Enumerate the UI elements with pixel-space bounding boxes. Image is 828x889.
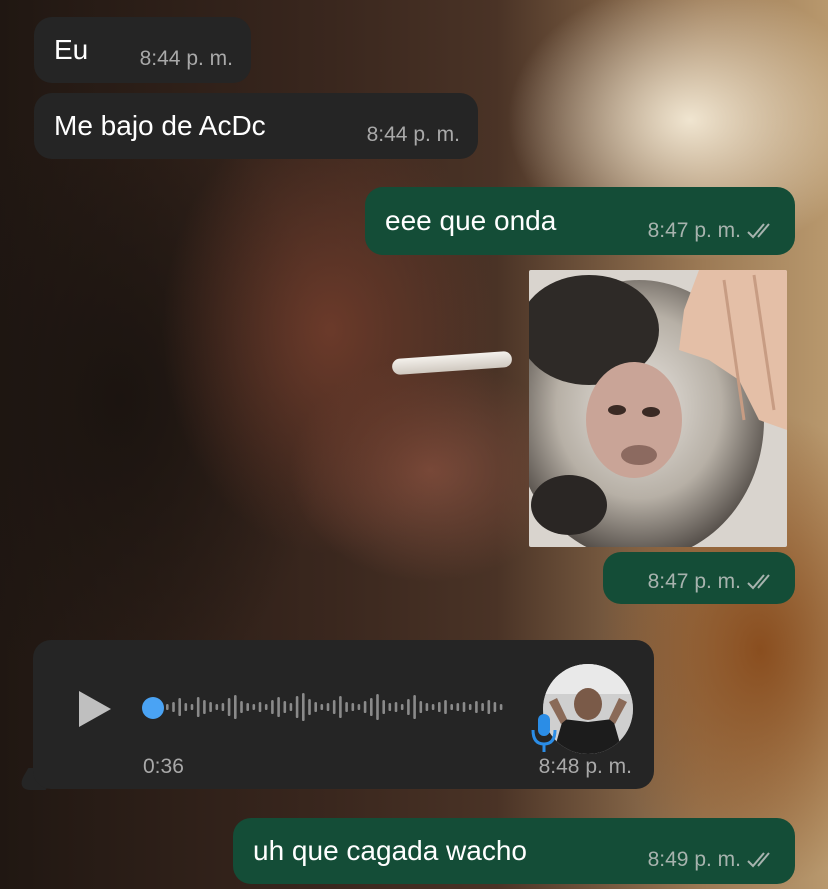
waveform-bar bbox=[394, 702, 398, 712]
waveform-bar bbox=[221, 703, 225, 711]
message-text: uh que cagada wacho bbox=[253, 835, 527, 866]
waveform-bar bbox=[326, 703, 330, 711]
waveform-bar bbox=[499, 704, 503, 710]
waveform-bar bbox=[388, 703, 392, 711]
waveform-bar bbox=[302, 693, 305, 721]
waveform-bar bbox=[320, 704, 324, 710]
double-check-icon bbox=[747, 574, 770, 590]
waveform-bar bbox=[332, 700, 336, 714]
waveform-bar bbox=[400, 704, 404, 710]
message-text: Me bajo de AcDc bbox=[54, 110, 266, 141]
waveform-bar bbox=[407, 699, 410, 715]
waveform-bar bbox=[172, 702, 175, 712]
waveform-bar bbox=[277, 697, 280, 717]
waveform-bar bbox=[438, 702, 441, 712]
waveform-bar bbox=[481, 703, 484, 711]
waveform-bar bbox=[351, 703, 355, 711]
waveform-bar bbox=[370, 698, 373, 716]
waveform-bar bbox=[493, 702, 497, 712]
waveform-bar bbox=[357, 704, 361, 710]
waveform-bar bbox=[345, 702, 348, 712]
waveform-bar bbox=[240, 701, 243, 713]
waveform-bar bbox=[264, 704, 268, 710]
message-outgoing[interactable]: eee que onda 8:47 p. m. bbox=[365, 187, 795, 255]
waveform-bar bbox=[308, 699, 311, 715]
waveform-bar bbox=[363, 701, 367, 713]
waveform-bar bbox=[166, 704, 169, 710]
waveform-bar bbox=[339, 696, 342, 718]
waveform-bar bbox=[209, 702, 212, 712]
message-incoming[interactable]: Me bajo de AcDc 8:44 p. m. bbox=[34, 93, 478, 159]
waveform[interactable] bbox=[166, 682, 506, 732]
waveform-bar bbox=[258, 702, 262, 712]
message-text: eee que onda bbox=[385, 205, 557, 236]
waveform-bar bbox=[487, 700, 491, 714]
waveform-bar bbox=[475, 701, 478, 713]
waveform-bar bbox=[234, 695, 237, 719]
monkey-photo bbox=[529, 270, 787, 547]
waveform-bar bbox=[203, 700, 206, 714]
waveform-bar bbox=[246, 703, 249, 711]
voice-duration: 0:36 bbox=[143, 755, 184, 778]
image-message[interactable] bbox=[529, 270, 787, 547]
message-time: 8:44 p. m. bbox=[366, 123, 460, 146]
waveform-bar bbox=[271, 700, 274, 714]
waveform-bar bbox=[382, 700, 385, 714]
waveform-bar bbox=[376, 694, 379, 720]
message-outgoing[interactable]: uh que cagada wacho 8:49 p. m. bbox=[233, 818, 795, 884]
waveform-bar bbox=[413, 695, 416, 719]
message-time: 8:44 p. m. bbox=[139, 47, 233, 70]
waveform-bar bbox=[227, 698, 231, 716]
waveform-bar bbox=[295, 696, 299, 718]
message-time: 8:47 p. m. bbox=[647, 219, 741, 242]
waveform-bar bbox=[462, 702, 466, 712]
waveform-bar bbox=[450, 704, 453, 710]
image-message-meta: 8:47 p. m. bbox=[603, 552, 795, 604]
message-time: 8:47 p. m. bbox=[647, 570, 741, 593]
voice-message[interactable]: 0:36 8:48 p. m. bbox=[33, 640, 654, 789]
waveform-bar bbox=[468, 704, 472, 710]
waveform-bar bbox=[431, 704, 435, 710]
double-check-icon bbox=[747, 223, 770, 239]
waveform-bar bbox=[314, 702, 317, 712]
waveform-bar bbox=[252, 704, 256, 710]
message-incoming[interactable]: Eu 8:44 p. m. bbox=[34, 17, 251, 83]
waveform-bar bbox=[419, 701, 423, 713]
message-time: 8:48 p. m. bbox=[538, 755, 632, 778]
waveform-bar bbox=[184, 703, 188, 711]
microphone-icon bbox=[531, 714, 557, 752]
waveform-bar bbox=[178, 698, 181, 716]
waveform-bar bbox=[283, 701, 287, 713]
playback-scrubber[interactable] bbox=[142, 697, 164, 719]
message-meta: 8:49 p. m. bbox=[648, 848, 777, 872]
waveform-bar bbox=[456, 703, 460, 711]
waveform-bar bbox=[444, 700, 447, 714]
waveform-bar bbox=[425, 703, 429, 711]
play-icon[interactable] bbox=[79, 691, 111, 727]
waveform-bar bbox=[215, 704, 219, 710]
message-text: Eu bbox=[54, 34, 89, 65]
waveform-bar bbox=[190, 704, 194, 710]
message-meta: 8:47 p. m. bbox=[648, 219, 777, 243]
waveform-bar bbox=[196, 697, 200, 717]
waveform-bar bbox=[289, 703, 293, 711]
message-time: 8:49 p. m. bbox=[647, 848, 741, 871]
double-check-icon bbox=[747, 852, 770, 868]
